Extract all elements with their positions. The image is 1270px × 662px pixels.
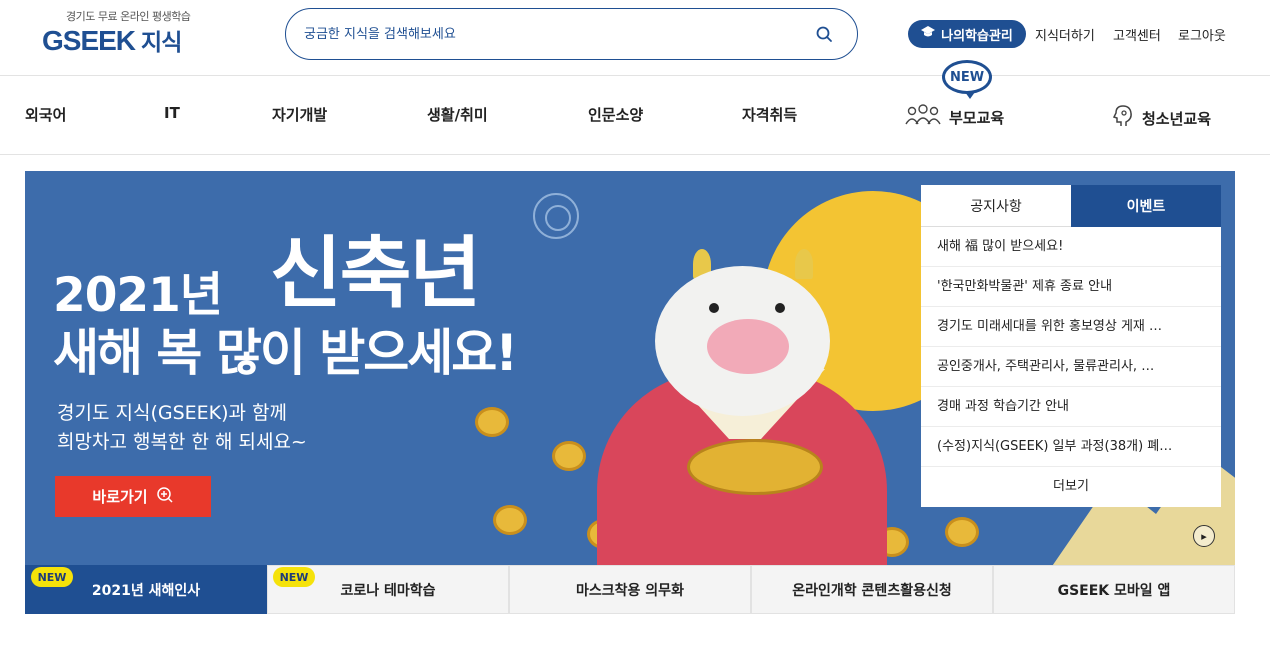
go-button-label: 바로가기 xyxy=(92,488,148,506)
search-input[interactable] xyxy=(304,21,784,47)
nav-youth-education[interactable]: 청소년교육 xyxy=(1112,104,1211,132)
logo-tagline: 경기도 무료 온라인 평생학습 xyxy=(66,10,191,23)
knowledge-plus-link[interactable]: 지식더하기 xyxy=(1035,25,1095,44)
new-badge: NEW xyxy=(273,567,315,587)
gold-coin xyxy=(945,517,979,547)
banner-desc-line2: 희망차고 행복한 한 해 되세요~ xyxy=(57,431,307,453)
cow-snout xyxy=(707,319,789,374)
banner-description: 경기도 지식(GSEEK)과 함께 희망차고 행복한 한 해 되세요~ xyxy=(57,399,307,457)
cow-eye xyxy=(709,303,719,313)
banner-title: 새해 복 많이 받으세요! xyxy=(53,324,518,382)
search-icon[interactable] xyxy=(815,25,835,45)
list-item[interactable]: (수정)지식(GSEEK) 일부 과정(38개) 폐… xyxy=(921,427,1221,467)
new-badge: NEW xyxy=(31,567,73,587)
nav-parent-education-label: 부모교육 xyxy=(949,108,1005,127)
cow-horn xyxy=(795,249,813,279)
nav-it[interactable]: IT xyxy=(164,104,180,122)
zoom-plus-icon xyxy=(156,486,174,508)
customer-center-link[interactable]: 고객센터 xyxy=(1113,25,1161,44)
youth-head-icon xyxy=(1112,104,1134,132)
logout-link[interactable]: 로그아웃 xyxy=(1178,25,1226,44)
gold-coin xyxy=(552,441,586,471)
more-link[interactable]: 더보기 xyxy=(921,467,1221,507)
site-header: 경기도 무료 온라인 평생학습 GSEEK지식 나의학습관리 지식더하기 고객센… xyxy=(0,0,1270,76)
tab-notice[interactable]: 공지사항 xyxy=(921,185,1071,227)
list-item[interactable]: 경매 과정 학습기간 안내 xyxy=(921,387,1221,427)
gseek-logo[interactable]: 경기도 무료 온라인 평생학습 GSEEK 지식 xyxy=(42,8,212,58)
banner-tabs: 2021년 새해인사 코로나 테마학습 마스크착용 의무화 온라인개학 콘텐츠활… xyxy=(25,565,1235,614)
list-item[interactable]: 경기도 미래세대를 위한 홍보영상 게재 … xyxy=(921,307,1221,347)
banner-big-title: 신축년 xyxy=(270,229,481,319)
list-item[interactable]: '한국만화박물관' 제휴 종료 안내 xyxy=(921,267,1221,307)
tab-event[interactable]: 이벤트 xyxy=(1071,185,1221,227)
notice-panel: 공지사항 이벤트 새해 福 많이 받으세요! '한국만화박물관' 제휴 종료 안… xyxy=(921,185,1221,507)
nav-youth-education-label: 청소년교육 xyxy=(1142,109,1212,128)
search-bar xyxy=(285,8,858,60)
cow-eye xyxy=(775,303,785,313)
tab-gseek-mobile-app[interactable]: GSEEK 모바일 앱 xyxy=(993,565,1235,614)
tab-mask-mandatory[interactable]: 마스크착용 의무화 xyxy=(509,565,751,614)
list-item[interactable]: 새해 福 많이 받으세요! xyxy=(921,227,1221,267)
graduation-cap-icon xyxy=(921,26,936,42)
list-item[interactable]: 공인중개사, 주택관리사, 물류관리사, … xyxy=(921,347,1221,387)
my-learning-label: 나의학습관리 xyxy=(941,28,1013,44)
nav-certification[interactable]: 자격취득 xyxy=(742,104,797,125)
nav-self-development[interactable]: 자기개발 xyxy=(272,104,327,125)
gold-coin xyxy=(493,505,527,535)
main-navigation: 외국어 IT 자기개발 생활/취미 인문소양 자격취득 부모교육 청소년교육 xyxy=(0,77,1270,155)
banner-desc-line1: 경기도 지식(GSEEK)과 함께 xyxy=(57,402,287,424)
tab-online-school-content[interactable]: 온라인개학 콘텐츠활용신청 xyxy=(751,565,993,614)
flower-ornament xyxy=(533,193,579,239)
chevron-right-icon[interactable]: ▸ xyxy=(1193,525,1215,547)
nav-life-hobby[interactable]: 생활/취미 xyxy=(427,104,488,125)
family-icon xyxy=(905,104,941,130)
nav-humanities[interactable]: 인문소양 xyxy=(588,104,643,125)
my-learning-button[interactable]: 나의학습관리 xyxy=(908,20,1026,48)
gold-coin-pile xyxy=(687,439,823,495)
go-button[interactable]: 바로가기 xyxy=(55,476,211,517)
nav-foreign-language[interactable]: 외국어 xyxy=(25,104,66,125)
notice-list: 새해 福 많이 받으세요! '한국만화박물관' 제휴 종료 안내 경기도 미래세… xyxy=(921,227,1221,467)
nav-parent-education[interactable]: 부모교육 xyxy=(905,104,1004,130)
gold-coin xyxy=(475,407,509,437)
logo-wordmark: GSEEK 지식 xyxy=(42,25,182,56)
new-speech-badge: NEW xyxy=(942,60,992,99)
